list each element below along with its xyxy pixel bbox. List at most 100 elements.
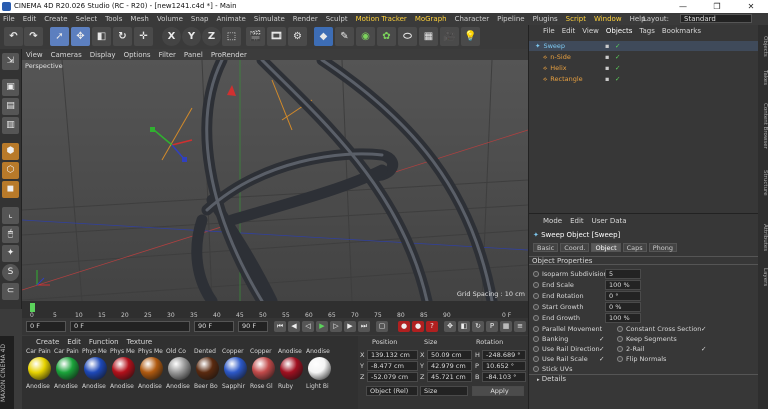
go-to-start-icon[interactable]: ⏮	[274, 321, 286, 332]
menu-script[interactable]: Script	[566, 15, 586, 23]
keyframe-dot[interactable]	[533, 336, 539, 342]
viewport-menu-view[interactable]: View	[26, 51, 43, 59]
tab-objects[interactable]: Objects	[758, 29, 768, 63]
scale-key-icon[interactable]: ◧	[458, 321, 470, 332]
layout-select[interactable]: Standard	[680, 14, 752, 23]
position-field[interactable]: -8.477 cm	[367, 361, 418, 371]
material-swatch[interactable]: Dented Beer Bo	[194, 348, 221, 406]
playhead[interactable]	[30, 303, 35, 312]
attr-field-value[interactable]: 100 %	[605, 280, 641, 290]
cube-primitive-icon[interactable]: ◆	[314, 27, 333, 46]
attr-field-value[interactable]: 0 °	[605, 291, 641, 301]
points-mode-icon[interactable]: ⬢	[2, 143, 19, 160]
record-active-icon[interactable]: ●	[398, 321, 410, 332]
size-field[interactable]: 45.721 cm	[427, 372, 472, 382]
go-to-end-icon[interactable]: ⏭	[358, 321, 370, 332]
keyframe-dot[interactable]	[617, 326, 623, 332]
timeline-menu-icon[interactable]: ≡	[514, 321, 526, 332]
generator-icon[interactable]: ✿	[377, 27, 396, 46]
keyframe-dot[interactable]	[533, 282, 539, 288]
material-swatch[interactable]: Phys Me Anodise	[82, 348, 109, 406]
menu-sculpt[interactable]: Sculpt	[326, 15, 348, 23]
viewport-menu-panel[interactable]: Panel	[184, 51, 203, 59]
light-icon[interactable]: 💡	[461, 27, 480, 46]
coordinate-mode-select[interactable]: Object (Rel)	[366, 386, 418, 396]
tweak-mode-icon[interactable]: 🖱	[2, 226, 19, 243]
workplane-mode-icon[interactable]: ▥	[2, 117, 19, 134]
menu-render[interactable]: Render	[293, 15, 318, 23]
menu-motion-tracker[interactable]: Motion Tracker	[356, 15, 407, 23]
redo-icon[interactable]: ↷	[24, 27, 43, 46]
last-tool-icon[interactable]: ✛	[134, 27, 153, 46]
close-button[interactable]: ✕	[734, 0, 768, 13]
end-range-field[interactable]: 90 F	[194, 321, 234, 332]
position-key-icon[interactable]: ✥	[444, 321, 456, 332]
enable-check-icon[interactable]: ✓	[615, 64, 620, 72]
restore-button[interactable]: ❐	[700, 0, 734, 13]
attr-tab[interactable]: Object	[591, 243, 621, 252]
attr-check-row[interactable]: Constant Cross Section ✓	[617, 324, 706, 334]
end-frame-field[interactable]: 90 F	[238, 321, 268, 332]
undo-icon[interactable]: ↶	[4, 27, 23, 46]
size-field[interactable]: 50.09 cm	[427, 350, 472, 360]
menu-snap[interactable]: Snap	[191, 15, 209, 23]
viewport-menu-display[interactable]: Display	[90, 51, 116, 59]
timeline-ruler[interactable]: 0 5 10 15 20 25 30 35 40 45 50 55 60 65 …	[22, 301, 528, 319]
visibility-dots[interactable]: ▪	[605, 42, 609, 50]
snapping-icon[interactable]: ✦	[2, 245, 19, 262]
keyframe-dot[interactable]	[533, 346, 539, 352]
enable-check-icon[interactable]: ✓	[615, 53, 620, 61]
check-icon[interactable]: ✓	[599, 335, 604, 343]
menu-tools[interactable]: Tools	[105, 15, 122, 23]
subdivision-surface-icon[interactable]: ◉	[356, 27, 375, 46]
pen-spline-icon[interactable]: ✎	[335, 27, 354, 46]
attr-menu-edit[interactable]: Edit	[570, 217, 584, 225]
object-tree-item[interactable]: ⟡ n-Side ▪ ✓	[529, 52, 759, 62]
objects-menu-bookmarks[interactable]: Bookmarks	[662, 27, 701, 38]
attr-check-row[interactable]: Stick UVs	[529, 364, 572, 374]
menu-plugins[interactable]: Plugins	[533, 15, 558, 23]
minimize-button[interactable]: —	[666, 0, 700, 13]
render-settings-icon[interactable]: ⚙	[288, 27, 307, 46]
attr-check-row[interactable]: Parallel Movement	[529, 324, 602, 334]
objects-menu-edit[interactable]: Edit	[562, 27, 576, 38]
material-swatch[interactable]: Copper Rose Gl	[250, 348, 277, 406]
material-menu-texture[interactable]: Texture	[127, 338, 153, 346]
magnet-icon[interactable]: ⊂	[2, 283, 19, 300]
size-field[interactable]: 42.979 cm	[427, 361, 472, 371]
apply-button[interactable]: Apply	[472, 386, 524, 396]
keyframe-dot[interactable]	[533, 293, 539, 299]
menu-file[interactable]: File	[3, 15, 15, 23]
menu-pipeline[interactable]: Pipeline	[497, 15, 524, 23]
attr-check-row[interactable]: 2-Rail ✓	[617, 344, 706, 354]
tab-structure[interactable]: Structure	[758, 163, 768, 203]
attr-field-value[interactable]: 0 %	[605, 302, 641, 312]
autokey-icon[interactable]: ●	[412, 321, 424, 332]
x-axis-lock[interactable]: X	[162, 27, 181, 46]
render-view-icon[interactable]: 🎬	[246, 27, 265, 46]
object-tree-item[interactable]: ⟡ Rectangle ▪ ✓	[529, 74, 759, 84]
attr-check-row[interactable]: Use Rail Direction ✓	[529, 344, 604, 354]
tab-attributes[interactable]: Attributes	[758, 217, 768, 259]
parameter-key-icon[interactable]: P	[486, 321, 498, 332]
move-tool-icon[interactable]: ✥	[71, 27, 90, 46]
attr-tab[interactable]: Coord.	[560, 243, 590, 252]
keyframe-dot[interactable]	[533, 326, 539, 332]
rotation-key-icon[interactable]: ↻	[472, 321, 484, 332]
prev-frame-icon[interactable]: ◁	[302, 321, 314, 332]
viewport-menu-options[interactable]: Options	[124, 51, 151, 59]
keyframe-dot[interactable]	[533, 271, 539, 277]
attr-check-row[interactable]: Flip Normals	[617, 354, 666, 364]
keyframe-dot[interactable]	[533, 315, 539, 321]
enable-check-icon[interactable]: ✓	[615, 42, 620, 50]
viewport-menu-cameras[interactable]: Cameras	[51, 51, 82, 59]
menu-simulate[interactable]: Simulate	[254, 15, 285, 23]
menu-mograph[interactable]: MoGraph	[415, 15, 447, 23]
coordinate-system-icon[interactable]: ⬚	[222, 27, 241, 46]
attr-check-row[interactable]: Use Rail Scale ✓	[529, 354, 604, 364]
polygons-mode-icon[interactable]: ◼	[2, 181, 19, 198]
material-swatch[interactable]: Phys Me Anodise	[138, 348, 165, 406]
position-field[interactable]: 139.132 cm	[367, 350, 418, 360]
tab-takes[interactable]: Takes	[758, 67, 768, 89]
position-field[interactable]: -52.079 cm	[367, 372, 418, 382]
